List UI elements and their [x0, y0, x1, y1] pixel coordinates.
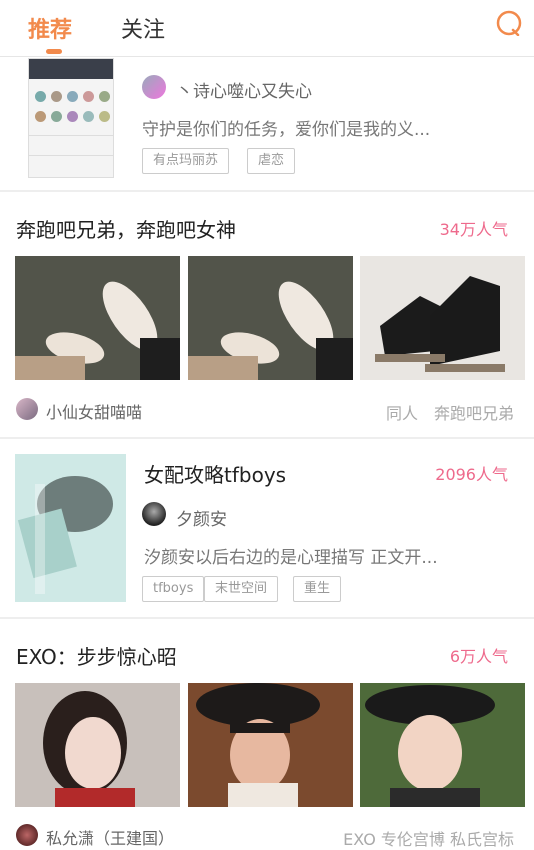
story-image: [188, 683, 353, 807]
story-category: 同人 奔跑吧兄弟: [385, 404, 514, 423]
divider: [0, 617, 534, 619]
popularity-count: 2096人气: [435, 465, 508, 484]
story-description: 汐颜安以后右边的是心理描写 正文开...: [144, 548, 438, 568]
story-cover-image: [28, 58, 114, 178]
tag[interactable]: tfboys: [142, 576, 205, 602]
story-image: [188, 256, 353, 380]
story-image: [360, 256, 525, 380]
tab-follow[interactable]: 关注: [121, 12, 165, 44]
top-bar: 推荐 关注: [0, 0, 534, 57]
tab-active-indicator: [46, 49, 62, 54]
divider: [0, 437, 534, 439]
search-icon[interactable]: [496, 10, 522, 36]
story-category: EXO 专伦宫博 私氏宫标: [343, 830, 514, 849]
story-image: [15, 256, 180, 380]
author-avatar[interactable]: [16, 824, 38, 846]
story-title[interactable]: 奔跑吧兄弟，奔跑吧女神: [16, 214, 236, 243]
author-name[interactable]: 私允潇（王建国）: [46, 825, 174, 849]
story-title[interactable]: EXO：步步惊心昭: [16, 641, 177, 670]
popularity-count: 34万人气: [439, 220, 508, 239]
tag[interactable]: 虐恋: [247, 148, 296, 174]
author-avatar[interactable]: [142, 502, 166, 526]
author-name[interactable]: 小仙女甜喵喵: [46, 399, 142, 423]
author-name[interactable]: 丶诗心噬心又失心: [176, 77, 312, 102]
author-name[interactable]: 夕颜安: [176, 505, 227, 530]
author-avatar[interactable]: [16, 398, 38, 420]
tag[interactable]: 重生: [293, 576, 342, 602]
story-title[interactable]: 女配攻略tfboys: [144, 459, 286, 488]
tag[interactable]: 末世空间: [204, 576, 279, 602]
story-image: [360, 683, 525, 807]
popularity-count: 6万人气: [449, 647, 508, 666]
author-avatar[interactable]: [142, 75, 166, 99]
story-image: [15, 683, 180, 807]
tab-recommend[interactable]: 推荐: [28, 12, 72, 44]
divider: [0, 190, 534, 192]
story-description: 守护是你们的任务，爱你们是我的义...: [142, 120, 431, 140]
story-cover-image: [15, 454, 126, 602]
tag[interactable]: 有点玛丽苏: [142, 148, 230, 174]
